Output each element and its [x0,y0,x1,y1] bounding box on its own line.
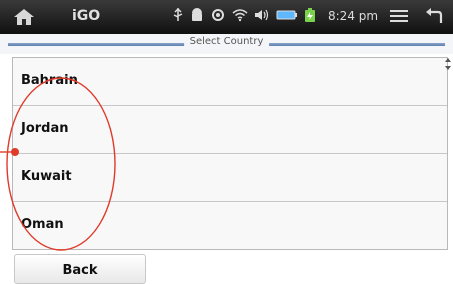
status-bar: iGO 8:24 pm [0,0,453,34]
wifi-icon [232,8,248,26]
list-item-oman[interactable]: Oman [13,202,447,249]
gps-icon [210,7,226,27]
list-item-kuwait[interactable]: Kuwait [13,154,447,202]
menu-icon[interactable] [390,9,408,23]
home-icon[interactable] [12,7,36,27]
list-item-label: Oman [21,217,64,232]
return-arrow-icon[interactable] [423,7,445,27]
usb-icon [172,7,184,27]
android-icon [190,7,204,27]
clock: 8:24 pm [328,9,379,23]
page-title: Select Country [183,36,270,47]
status-indicators [172,7,316,27]
back-button-label: Back [62,263,98,278]
back-button[interactable]: Back [14,254,146,284]
country-list[interactable]: Bahrain Jordan Kuwait Oman [12,57,448,250]
charging-icon [304,7,316,27]
scroll-indicator-icon[interactable] [444,57,452,71]
list-item-label: Bahrain [21,73,78,88]
volume-icon [254,8,270,26]
list-item-jordan[interactable]: Jordan [13,106,447,154]
app-title: iGO [72,8,101,24]
list-item-bahrain[interactable]: Bahrain [13,58,447,106]
list-item-label: Kuwait [21,169,72,184]
section-header: Select Country [0,34,453,54]
battery-icon [276,9,298,25]
list-item-label: Jordan [21,121,69,136]
